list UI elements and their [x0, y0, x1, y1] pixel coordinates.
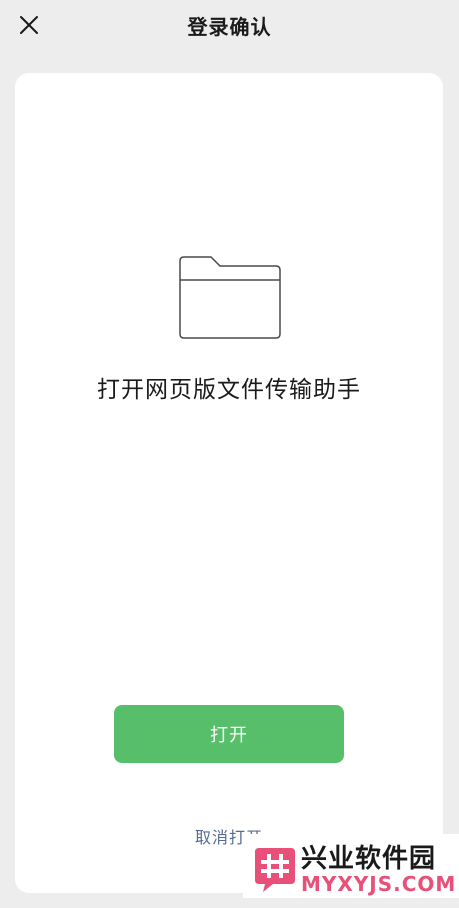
hash-logo-icon — [255, 848, 295, 892]
watermark-name: 兴业软件园 — [301, 844, 437, 874]
watermark-domain: MYXYJS.COM — [301, 872, 457, 896]
folder-icon — [179, 256, 281, 339]
page-title: 登录确认 — [187, 15, 272, 39]
watermark: 兴业软件园 MYXYJS.COM — [243, 834, 459, 898]
login-confirm-card: 打开网页版文件传输助手 打开 取消打开 — [15, 73, 443, 893]
heading: 打开网页版文件传输助手 — [97, 377, 361, 403]
open-button[interactable]: 打开 — [114, 705, 344, 763]
top-bar: 登录确认 — [0, 0, 459, 56]
